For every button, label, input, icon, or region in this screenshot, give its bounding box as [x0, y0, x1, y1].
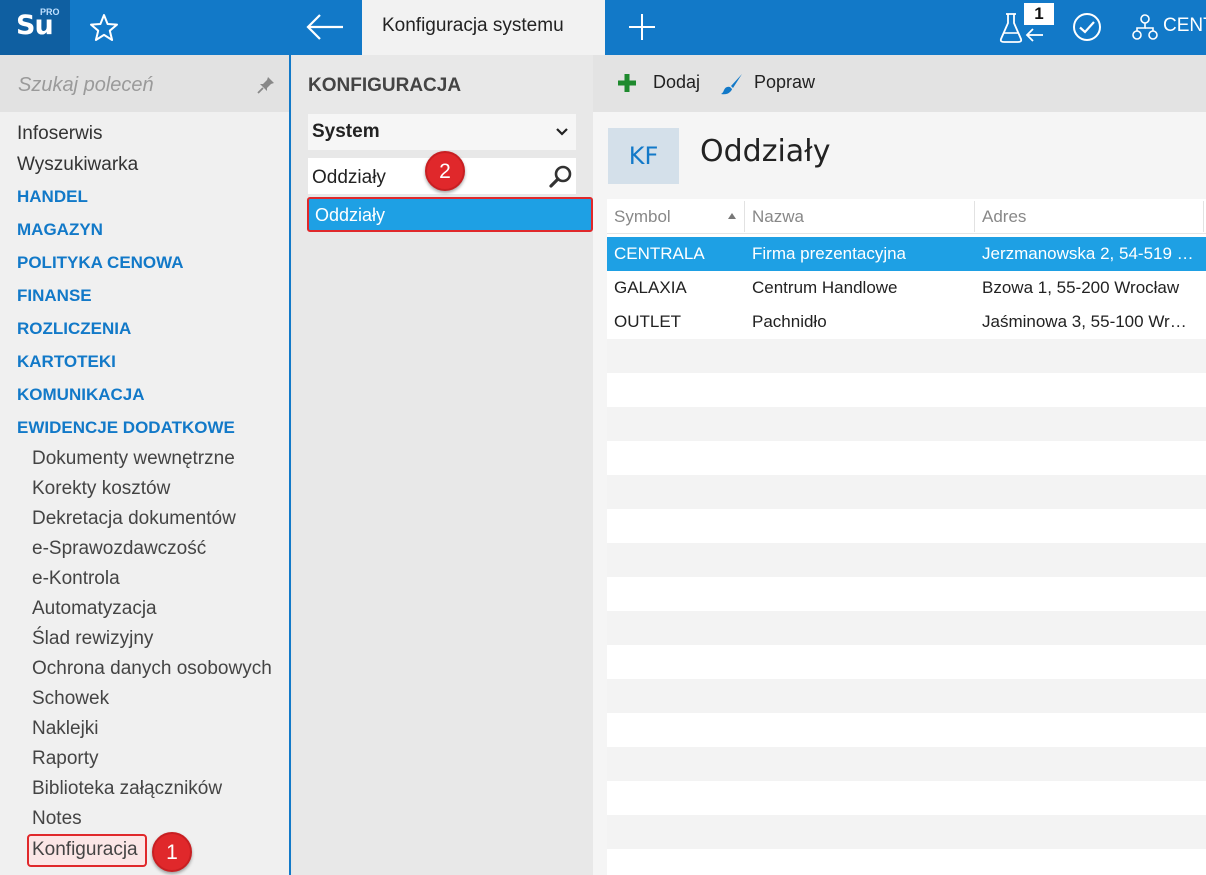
sidebar-subitem[interactable]: Ochrona danych osobowych — [32, 658, 272, 680]
column-header-symbol[interactable]: Symbol — [614, 207, 671, 227]
table-row[interactable]: CENTRALA Firma prezentacyjna Jerzmanowsk… — [607, 237, 1206, 271]
empty-row — [607, 611, 1206, 645]
edit-button-label: Popraw — [754, 72, 816, 92]
main-content: Dodaj Popraw KF Oddziały Symbol Nazwa Ad… — [593, 55, 1206, 875]
sidebar: Szukaj poleceń Infoserwis Wyszukiwarka H… — [0, 55, 291, 875]
cell-adres: Bzowa 1, 55-200 Wrocław — [982, 278, 1180, 297]
brush-icon — [721, 74, 742, 95]
arrow-left-small-icon — [1025, 28, 1043, 42]
company-label[interactable]: CENTRALA — [1163, 15, 1206, 37]
sidebar-subitem[interactable]: Biblioteka załączników — [32, 778, 222, 800]
column-header-adres[interactable]: Adres — [982, 207, 1026, 227]
empty-row — [607, 849, 1206, 875]
empty-row — [607, 339, 1206, 373]
cell-symbol: OUTLET — [614, 312, 682, 331]
empty-row — [607, 713, 1206, 747]
check-circle-icon[interactable] — [1071, 11, 1103, 43]
search-placeholder: Szukaj poleceń — [18, 74, 154, 96]
favorites-star-icon[interactable] — [88, 12, 120, 44]
notification-count-badge: 1 — [1024, 3, 1054, 25]
sidebar-subitem[interactable]: Schowek — [32, 688, 109, 710]
sidebar-section-finanse[interactable]: FINANSE — [17, 286, 92, 306]
sidebar-subitem[interactable]: e-Kontrola — [32, 568, 120, 590]
callout-step-2: 2 — [425, 151, 465, 191]
chevron-down-icon — [556, 128, 568, 136]
empty-row — [607, 679, 1206, 713]
sidebar-section-ewidencje-dodatkowe[interactable]: EWIDENCJE DODATKOWE — [17, 418, 235, 438]
cell-adres: Jerzmanowska 2, 54-519 Wrocław — [982, 244, 1196, 263]
cell-nazwa: Firma prezentacyjna — [752, 244, 907, 263]
sidebar-section-polityka-cenowa[interactable]: POLITYKA CENOWA — [17, 253, 184, 273]
app-logo[interactable]: Su PRO — [0, 0, 70, 55]
sidebar-subitem[interactable]: Automatyzacja — [32, 598, 157, 620]
sidebar-item-wyszukiwarka[interactable]: Wyszukiwarka — [17, 154, 138, 176]
sidebar-subitem[interactable]: Korekty kosztów — [32, 478, 170, 500]
sidebar-subitem[interactable]: Dokumenty wewnętrzne — [32, 448, 235, 470]
branches-table: Symbol Nazwa Adres CENTRALA Firma prezen… — [607, 199, 1206, 875]
sidebar-section-kartoteki[interactable]: KARTOTEKI — [17, 352, 116, 372]
cell-nazwa: Centrum Handlowe — [752, 278, 898, 297]
empty-row — [607, 475, 1206, 509]
empty-row — [607, 509, 1206, 543]
sidebar-subitem[interactable]: Notes — [32, 808, 82, 830]
sidebar-section-rozliczenia[interactable]: ROZLICZENIA — [17, 319, 131, 339]
sort-ascending-icon[interactable] — [727, 212, 737, 220]
empty-row — [607, 543, 1206, 577]
dropdown-value: System — [312, 121, 380, 142]
callout-step-1: 1 — [152, 832, 192, 872]
cell-adres: Jaśminowa 3, 55-100 Wrocław — [982, 312, 1196, 331]
page-title: Oddziały — [700, 134, 831, 169]
sidebar-item-konfiguracja[interactable]: Konfiguracja — [32, 839, 138, 861]
flask-icon[interactable] — [996, 11, 1026, 45]
column-separator[interactable] — [974, 201, 975, 232]
logo-pro-badge: PRO — [40, 7, 60, 17]
empty-row — [607, 645, 1206, 679]
back-arrow-icon[interactable] — [303, 8, 347, 46]
panel-title: KONFIGURACJA — [308, 75, 462, 96]
tab-konfiguracja-systemu[interactable]: Konfiguracja systemu — [362, 0, 605, 55]
empty-row — [607, 373, 1206, 407]
column-header-nazwa[interactable]: Nazwa — [752, 207, 804, 227]
empty-row — [607, 441, 1206, 475]
sidebar-section-komunikacja[interactable]: KOMUNIKACJA — [17, 385, 145, 405]
empty-row — [607, 781, 1206, 815]
pin-icon[interactable] — [256, 75, 276, 95]
module-badge: KF — [608, 128, 679, 184]
sidebar-subitem[interactable]: Naklejki — [32, 718, 99, 740]
organization-icon[interactable] — [1131, 13, 1159, 43]
cell-symbol: GALAXIA — [614, 278, 687, 297]
cell-nazwa: Pachnidło — [752, 312, 827, 331]
column-separator[interactable] — [1203, 201, 1204, 232]
column-separator[interactable] — [744, 201, 745, 232]
table-row[interactable]: OUTLET Pachnidło Jaśminowa 3, 55-100 Wro… — [607, 305, 1206, 339]
sidebar-subitem[interactable]: Raporty — [32, 748, 99, 770]
sidebar-subitem[interactable]: e-Sprawozdawczość — [32, 538, 206, 560]
sidebar-section-magazyn[interactable]: MAGAZYN — [17, 220, 103, 240]
empty-row — [607, 577, 1206, 611]
sidebar-section-handel[interactable]: HANDEL — [17, 187, 88, 207]
plus-icon — [618, 74, 636, 92]
top-bar: Su PRO Konfiguracja systemu 1 CENTRALA — [0, 0, 1206, 55]
sidebar-subitem[interactable]: Ślad rewizyjny — [32, 628, 153, 650]
tab-label: Konfiguracja systemu — [382, 15, 564, 36]
empty-row — [607, 815, 1206, 849]
new-tab-plus-icon[interactable] — [622, 7, 662, 47]
empty-row — [607, 407, 1206, 441]
cell-symbol: CENTRALA — [614, 244, 705, 263]
result-item-label: Oddziały — [315, 205, 386, 225]
toolbar: Dodaj Popraw — [593, 55, 1206, 112]
add-button-label: Dodaj — [653, 72, 701, 92]
command-search-input[interactable]: Szukaj poleceń — [0, 55, 289, 112]
category-dropdown[interactable]: System — [308, 114, 576, 150]
result-item-oddzialy[interactable]: Oddziały — [307, 197, 593, 232]
filter-value: Oddziały — [312, 167, 386, 188]
table-row[interactable]: GALAXIA Centrum Handlowe Bzowa 1, 55-200… — [607, 271, 1206, 305]
sidebar-subitem[interactable]: Dekretacja dokumentów — [32, 508, 236, 530]
sidebar-item-infoserwis[interactable]: Infoserwis — [17, 123, 103, 145]
search-icon[interactable] — [548, 164, 574, 190]
table-header: Symbol Nazwa Adres — [607, 199, 1206, 234]
empty-row — [607, 747, 1206, 781]
